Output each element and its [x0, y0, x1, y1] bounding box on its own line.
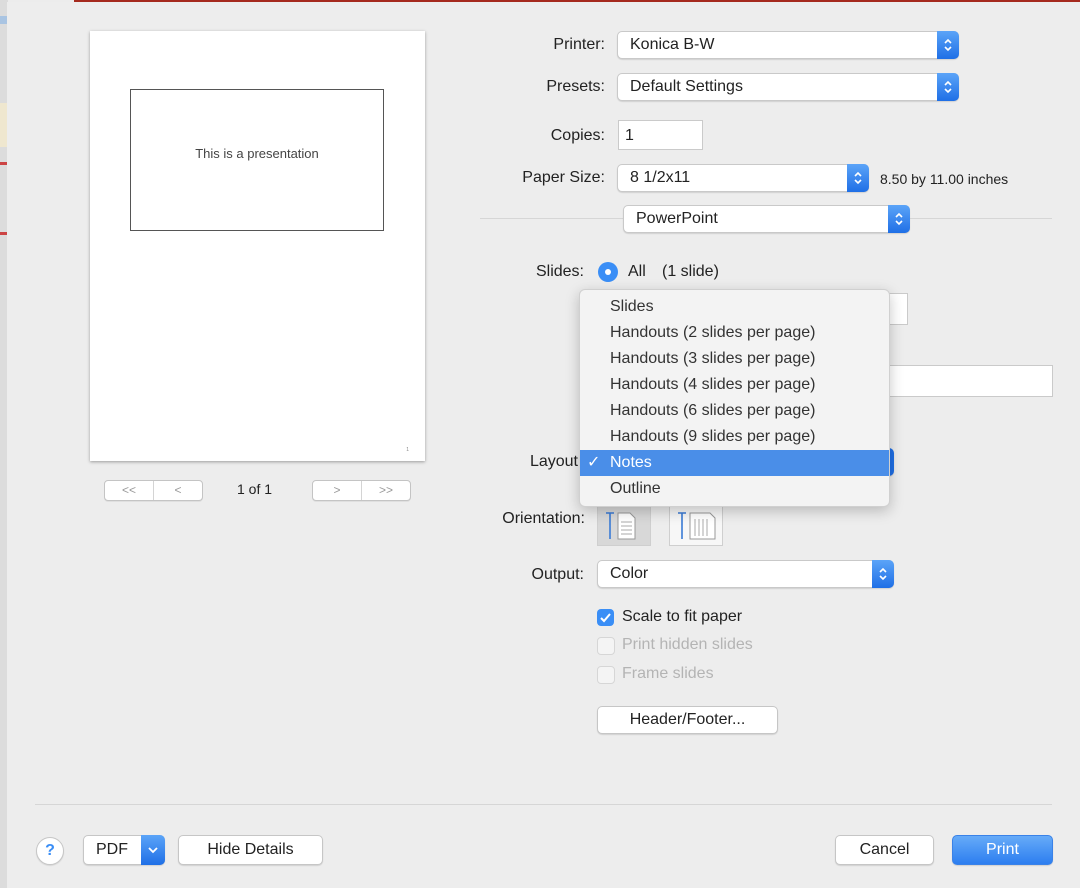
stepper-icon	[847, 164, 869, 192]
slides-all-label: All	[628, 263, 646, 280]
stepper-icon	[872, 560, 894, 588]
footer-divider	[35, 804, 1052, 805]
slide-thumbnail: This is a presentation	[130, 89, 384, 231]
first-page-button[interactable]: <<	[105, 481, 153, 500]
previous-page-button[interactable]: <	[153, 481, 202, 500]
checkmark-icon: ✓	[587, 454, 601, 471]
menu-item-handouts-9[interactable]: Handouts (9 slides per page)	[580, 424, 889, 450]
section-value: PowerPoint	[636, 210, 718, 227]
preview-nav-forward: > >>	[312, 480, 411, 501]
stepper-icon	[937, 31, 959, 59]
paper-dimensions: 8.50 by 11.00 inches	[880, 171, 1009, 187]
scale-to-fit-label: Scale to fit paper	[622, 608, 743, 625]
presets-value: Default Settings	[630, 78, 743, 95]
page-indicator: 1 of 1	[237, 481, 273, 497]
frame-slides-label: Frame slides	[622, 665, 714, 682]
layout-dropdown-menu: Slides Handouts (2 slides per page) Hand…	[579, 289, 890, 507]
print-preview-page: This is a presentation 1	[90, 31, 425, 461]
hide-details-button[interactable]: Hide Details	[178, 835, 323, 865]
paper-size-select[interactable]: 8 1/2x11	[617, 164, 869, 192]
printer-value: Konica B-W	[630, 36, 715, 53]
landscape-icon	[678, 512, 716, 540]
orientation-label: Orientation:	[502, 510, 585, 527]
menu-item-handouts-4[interactable]: Handouts (4 slides per page)	[580, 372, 889, 398]
last-page-button[interactable]: >>	[361, 481, 410, 500]
slides-all-radio[interactable]	[598, 262, 618, 282]
next-page-button[interactable]: >	[313, 481, 361, 500]
printer-select[interactable]: Konica B-W	[617, 31, 959, 59]
copies-value: 1	[625, 127, 634, 144]
copies-label: Copies:	[550, 127, 605, 144]
section-select[interactable]: PowerPoint	[623, 205, 910, 233]
header-footer-button[interactable]: Header/Footer...	[597, 706, 778, 734]
slides-count: (1 slide)	[662, 263, 719, 280]
menu-item-slides[interactable]: Slides	[580, 294, 889, 320]
output-value: Color	[610, 565, 649, 582]
page-number-mark: 1	[406, 447, 409, 453]
pdf-label: PDF	[96, 841, 128, 858]
landscape-orientation-button[interactable]	[669, 504, 723, 546]
layout-label: Layout	[529, 453, 578, 470]
menu-item-outline[interactable]: Outline	[580, 476, 889, 502]
output-label: Output:	[531, 566, 584, 583]
help-button[interactable]: ?	[36, 837, 64, 865]
copies-field[interactable]: 1	[618, 120, 703, 150]
paper-size-value: 8 1/2x11	[630, 169, 691, 186]
preview-nav-back: << <	[104, 480, 203, 501]
printer-label: Printer:	[553, 36, 605, 53]
print-hidden-slides-label: Print hidden slides	[622, 636, 753, 653]
print-button[interactable]: Print	[952, 835, 1053, 865]
presets-label: Presets:	[546, 78, 605, 95]
menu-item-handouts-6[interactable]: Handouts (6 slides per page)	[580, 398, 889, 424]
slides-label: Slides:	[535, 263, 584, 280]
chevron-down-icon	[141, 835, 165, 865]
portrait-orientation-button[interactable]	[597, 504, 651, 546]
print-hidden-slides-checkbox[interactable]	[597, 637, 615, 655]
checkmark-icon	[600, 613, 611, 623]
scale-to-fit-checkbox[interactable]	[597, 609, 614, 626]
menu-item-handouts-2[interactable]: Handouts (2 slides per page)	[580, 320, 889, 346]
output-select[interactable]: Color	[597, 560, 894, 588]
pdf-menu-button[interactable]: PDF	[83, 835, 165, 865]
menu-item-handouts-3[interactable]: Handouts (3 slides per page)	[580, 346, 889, 372]
frame-slides-checkbox[interactable]	[597, 666, 615, 684]
paper-size-label: Paper Size:	[522, 169, 605, 186]
cancel-button[interactable]: Cancel	[835, 835, 934, 865]
stepper-icon	[888, 205, 910, 233]
menu-item-notes[interactable]: ✓ Notes	[580, 450, 889, 476]
presets-select[interactable]: Default Settings	[617, 73, 959, 101]
portrait-icon	[606, 512, 636, 540]
slide-text: This is a presentation	[195, 146, 319, 161]
stepper-icon	[937, 73, 959, 101]
